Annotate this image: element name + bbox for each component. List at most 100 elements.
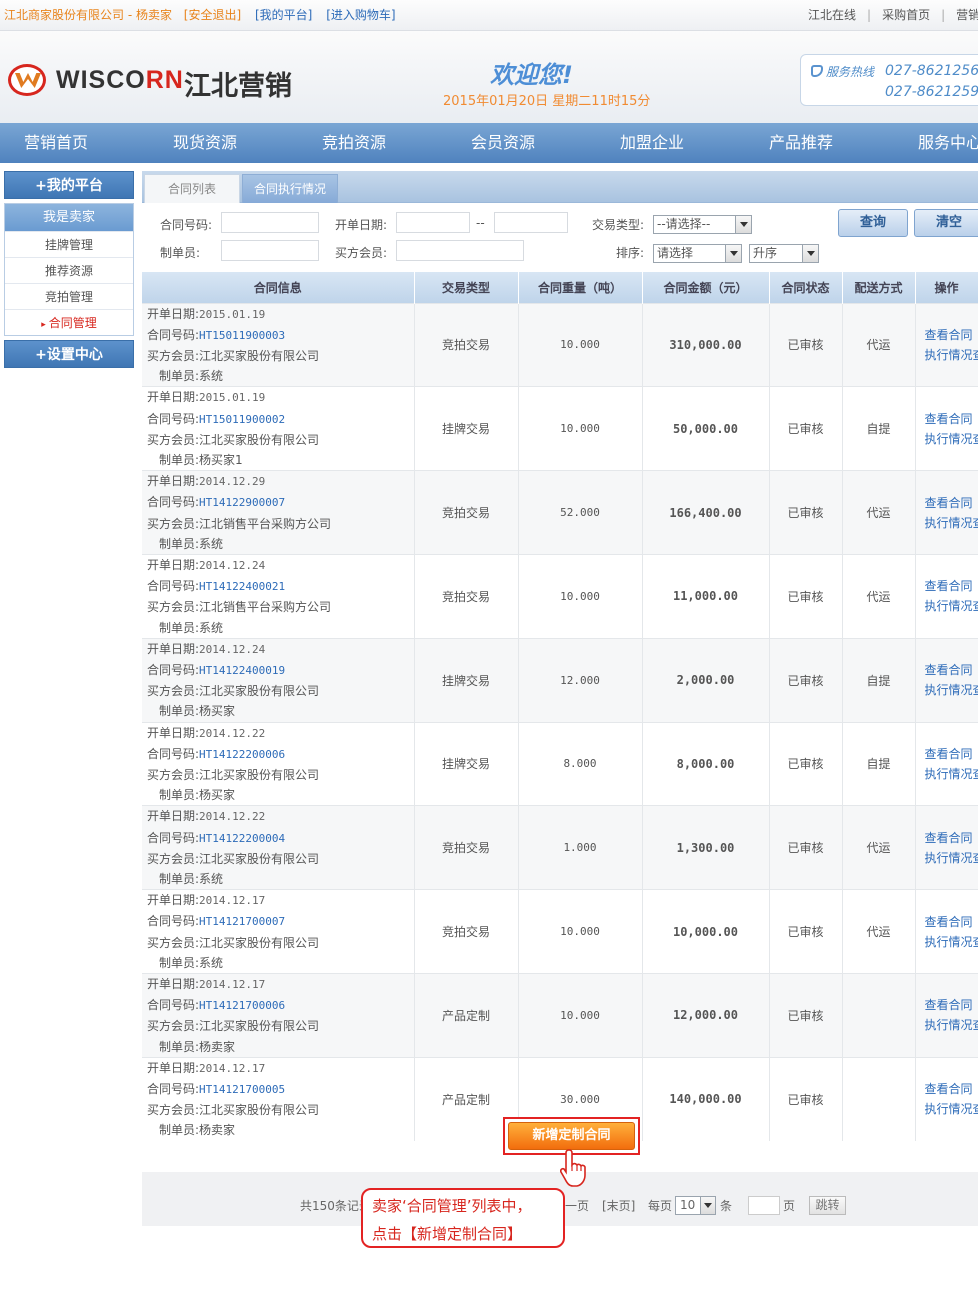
- contract-code-link[interactable]: HT14122200006: [199, 748, 285, 761]
- maker-name: 系统: [199, 871, 224, 886]
- view-contract-link[interactable]: 查看合同: [925, 660, 978, 680]
- view-contract-link[interactable]: 查看合同: [925, 576, 978, 596]
- cell-delivery: [842, 1056, 916, 1141]
- cell-delivery: 自提: [842, 386, 916, 471]
- new-custom-contract-button[interactable]: 新增定制合同: [508, 1122, 635, 1150]
- maker-name: 系统: [199, 536, 224, 551]
- execution-query-link[interactable]: 执行情况查询: [925, 932, 978, 952]
- execution-query-link[interactable]: 执行情况查询: [925, 345, 978, 365]
- logout-link[interactable]: [安全退出]: [184, 8, 241, 22]
- top-link-online[interactable]: 江北在线: [808, 8, 856, 22]
- table-row: 开单日期:2015.01.19 合同号码:HT15011900002 买方会员:江北…: [142, 386, 978, 471]
- label-contract-no: 合同号码:: [160, 218, 213, 232]
- open-date: 2014.12.22: [199, 810, 266, 824]
- nav-spot[interactable]: 现货资源: [173, 123, 237, 163]
- execution-query-link[interactable]: 执行情况查询: [925, 848, 978, 868]
- date-to-input[interactable]: [494, 212, 568, 233]
- view-contract-link[interactable]: 查看合同: [925, 325, 978, 345]
- my-platform-link[interactable]: [我的平台]: [255, 8, 312, 22]
- sidebar-seller[interactable]: 我是卖家: [5, 204, 133, 231]
- cell-contract-info: 开单日期:2014.12.24 合同号码:HT14122400021 买方会员:江北…: [142, 553, 415, 639]
- view-contract-link[interactable]: 查看合同: [925, 409, 978, 429]
- open-date: 2014.12.24: [199, 642, 266, 656]
- contract-code-link[interactable]: HT14121700007: [199, 915, 285, 928]
- tab-contract-execution[interactable]: 合同执行情况: [242, 174, 338, 203]
- query-button[interactable]: 查询: [838, 209, 908, 237]
- tab-contract-list[interactable]: 合同列表: [144, 174, 240, 203]
- nav-members[interactable]: 会员资源: [471, 123, 535, 163]
- cell-trade-type: 竞拍交易: [414, 553, 519, 639]
- contract-code-link[interactable]: HT14121700005: [199, 1083, 285, 1096]
- view-contract-link[interactable]: 查看合同: [925, 493, 978, 513]
- go-button[interactable]: 跳转: [809, 1196, 846, 1215]
- view-contract-link[interactable]: 查看合同: [925, 995, 978, 1015]
- execution-query-link[interactable]: 执行情况查询: [925, 1015, 978, 1035]
- nav-auction[interactable]: 竞拍资源: [322, 123, 386, 163]
- cell-trade-type: 竞拍交易: [414, 302, 519, 387]
- cell-delivery: 代运: [842, 805, 916, 890]
- contract-code-link[interactable]: HT15011900002: [199, 413, 285, 426]
- sidebar-settings[interactable]: +设置中心: [4, 340, 134, 368]
- contract-code-link[interactable]: HT14122400021: [199, 580, 285, 593]
- open-date: 2014.12.17: [199, 894, 266, 908]
- contract-code-link[interactable]: HT14121700006: [199, 999, 285, 1012]
- nav-home[interactable]: 营销首页: [24, 123, 88, 163]
- cart-link[interactable]: [进入购物车]: [326, 8, 395, 22]
- th-trade-type: 交易类型: [414, 272, 519, 303]
- buyer-name: 江北买家股份有限公司: [199, 684, 320, 699]
- execution-query-link[interactable]: 执行情况查询: [925, 596, 978, 616]
- top-link-purchase[interactable]: 采购首页: [882, 8, 930, 22]
- sidebar-item-auction[interactable]: 竞拍管理: [5, 283, 133, 309]
- cell-status: 已审核: [769, 973, 843, 1058]
- datetime: 2015年01月20日 星期二11时15分: [443, 94, 651, 109]
- view-contract-link[interactable]: 查看合同: [925, 828, 978, 848]
- top-link-marketing[interactable]: 营销首页: [956, 8, 978, 22]
- chevron-down-icon: [802, 245, 818, 262]
- execution-query-link[interactable]: 执行情况查询: [925, 1099, 978, 1119]
- welcome-text: 欢迎您!: [490, 61, 573, 89]
- sort-select[interactable]: 请选择: [653, 244, 742, 263]
- per-page-select[interactable]: 10: [675, 1196, 716, 1215]
- hotline-label: 服务热线: [826, 65, 875, 79]
- view-contract-link[interactable]: 查看合同: [925, 1079, 978, 1099]
- contract-code-link[interactable]: HT14122900007: [199, 496, 285, 509]
- buyer-name: 江北买家股份有限公司: [199, 935, 320, 950]
- trade-type-select[interactable]: --请选择--: [653, 215, 752, 234]
- nav-partners[interactable]: 加盟企业: [620, 123, 684, 163]
- clear-button[interactable]: 清空: [914, 209, 978, 237]
- open-date: 2015.01.19: [199, 391, 266, 405]
- sidebar-item-contract[interactable]: 合同管理: [5, 309, 133, 335]
- execution-query-link[interactable]: 执行情况查询: [925, 513, 978, 533]
- cell-operation: 查看合同执行情况查询: [915, 470, 978, 555]
- buyer-input[interactable]: [396, 240, 524, 261]
- sidebar-item-recommend[interactable]: 推荐资源: [5, 257, 133, 283]
- order-select[interactable]: 升序: [749, 244, 819, 263]
- pager-last[interactable]: [末页]: [602, 1197, 635, 1214]
- view-contract-link[interactable]: 查看合同: [925, 744, 978, 764]
- contract-no-input[interactable]: [221, 212, 319, 233]
- filter-panel: 合同号码: 开单日期: -- 交易类型: --请选择-- 查询 清空 制单员: …: [142, 203, 978, 269]
- open-date: 2014.12.22: [199, 726, 266, 740]
- date-from-input[interactable]: [396, 212, 470, 233]
- execution-query-link[interactable]: 执行情况查询: [925, 764, 978, 784]
- cell-delivery: 自提: [842, 721, 916, 806]
- cell-weight: 52.000: [518, 470, 643, 555]
- buyer-name: 江北买家股份有限公司: [199, 767, 320, 782]
- execution-query-link[interactable]: 执行情况查询: [925, 680, 978, 700]
- cell-operation: 查看合同执行情况查询: [915, 1056, 978, 1141]
- open-date: 2014.12.17: [199, 1061, 266, 1075]
- hand-pointer-icon: [559, 1148, 592, 1188]
- contract-code-link[interactable]: HT15011900003: [199, 329, 285, 342]
- top-bar-right: 江北在线|采购首页|营销首页: [808, 0, 978, 30]
- sidebar-my-platform[interactable]: +我的平台: [4, 171, 134, 199]
- view-contract-link[interactable]: 查看合同: [925, 912, 978, 932]
- logo-text: WISCORN: [56, 66, 184, 94]
- sidebar-item-listing[interactable]: 挂牌管理: [5, 231, 133, 257]
- nav-products[interactable]: 产品推荐: [769, 123, 833, 163]
- execution-query-link[interactable]: 执行情况查询: [925, 429, 978, 449]
- contract-code-link[interactable]: HT14122400019: [199, 664, 285, 677]
- page-number-input[interactable]: [748, 1196, 780, 1215]
- maker-input[interactable]: [221, 240, 319, 261]
- nav-service[interactable]: 服务中心: [918, 123, 978, 163]
- contract-code-link[interactable]: HT14122200004: [199, 832, 285, 845]
